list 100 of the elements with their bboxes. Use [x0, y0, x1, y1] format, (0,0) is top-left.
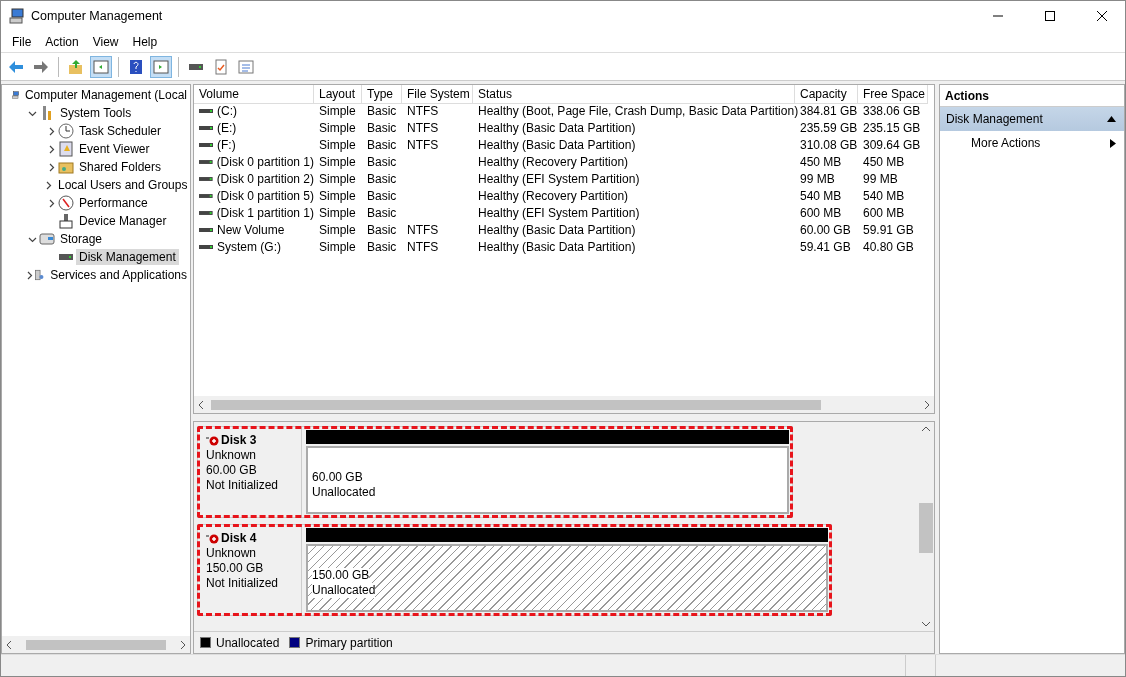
scroll-up-icon[interactable] — [921, 425, 930, 433]
tree-item[interactable]: Shared Folders — [76, 159, 165, 175]
table-cell: Healthy (Basic Data Partition) — [478, 120, 636, 135]
table-cell: NTFS — [407, 120, 439, 135]
table-cell: Simple — [319, 137, 356, 152]
column-header[interactable]: Status — [473, 85, 795, 104]
storage-icon — [39, 231, 55, 247]
scroll-right-icon[interactable] — [179, 640, 187, 649]
menu-item[interactable]: Action — [38, 34, 86, 49]
chevron-right-icon[interactable] — [25, 270, 35, 280]
disk-size: 150.00 GB — [206, 561, 265, 576]
scrollbar-thumb[interactable] — [26, 639, 166, 650]
collapse-caret-icon[interactable] — [1107, 116, 1116, 122]
table-cell: 600 MB — [863, 205, 905, 220]
actions-section[interactable]: Disk Management — [940, 107, 1124, 131]
column-header[interactable]: Free Space — [858, 85, 928, 104]
folder-up-icon — [68, 58, 84, 75]
help-icon — [128, 58, 144, 75]
table-cell: 235.59 GB — [800, 120, 858, 135]
menu-item[interactable]: View — [85, 34, 126, 49]
section-label: Disk Management — [946, 112, 1043, 126]
table-cell: 450 MB — [800, 154, 842, 169]
scroll-down-icon[interactable] — [921, 620, 930, 628]
partition-block[interactable]: 150.00 GB Unallocated — [306, 544, 828, 612]
tree-item[interactable]: Local Users and Groups — [55, 177, 190, 193]
table-cell: New Volume — [217, 222, 285, 237]
table-cell: Simple — [319, 222, 356, 237]
disk-row[interactable]: Disk 4 Unknown 150.00 GB Not Initialized 150.00 GB Unallocated — [197, 524, 832, 616]
table-cell: NTFS — [407, 103, 439, 118]
column-header[interactable]: Layout — [314, 85, 362, 104]
table-cell: 310.08 GB — [800, 137, 858, 152]
table-cell: 59.91 GB — [863, 222, 914, 237]
table-cell: 99 MB — [863, 171, 898, 186]
table-cell: Basic — [367, 120, 397, 135]
disk-row[interactable]: Disk 3 Unknown 60.00 GB Not Initialized 60.00 GB Unallocated — [197, 426, 793, 518]
table-cell: 540 MB — [863, 188, 905, 203]
column-header[interactable]: File System — [402, 85, 473, 104]
scrollbar-thumb[interactable] — [918, 503, 933, 553]
tree-item[interactable]: Services and Applications — [47, 267, 190, 283]
table-cell: (F:) — [217, 137, 236, 152]
close-icon — [1097, 11, 1107, 21]
table-cell: 40.80 GB — [863, 239, 914, 254]
scroll-left-icon[interactable] — [197, 400, 205, 409]
table-cell: (Disk 1 partition 1) — [216, 205, 314, 220]
table-cell: Simple — [319, 120, 356, 135]
tree-item[interactable]: Event Viewer — [76, 141, 153, 157]
table-cell: NTFS — [407, 222, 439, 237]
partition-size: 150.00 GB — [312, 568, 370, 583]
legend-label: Unallocated — [216, 635, 280, 650]
tree-item[interactable]: System Tools — [57, 105, 135, 121]
table-cell: 450 MB — [863, 154, 905, 169]
partition-block[interactable]: 60.00 GB Unallocated — [306, 446, 789, 514]
table-cell: (C:) — [217, 103, 237, 118]
table-cell: 600 MB — [800, 205, 842, 220]
table-cell: Healthy (Basic Data Partition) — [478, 137, 636, 152]
table-cell: Simple — [319, 239, 356, 254]
menu-item[interactable]: File — [5, 34, 39, 49]
drive-icon — [189, 63, 203, 70]
table-cell: Basic — [367, 154, 397, 169]
table-cell: NTFS — [407, 137, 439, 152]
table-cell: (Disk 0 partition 5) — [216, 188, 314, 203]
table-cell: Healthy (EFI System Partition) — [478, 205, 640, 220]
action-item[interactable]: More Actions — [940, 131, 1124, 155]
column-header[interactable]: Capacity — [795, 85, 858, 104]
table-cell: 540 MB — [800, 188, 842, 203]
table-cell: Healthy (Boot, Page File, Crash Dump, Basic Data Partition) — [478, 103, 799, 118]
forward-arrow-icon — [33, 58, 49, 75]
table-cell: 60.00 GB — [800, 222, 851, 237]
tree-item[interactable]: Disk Management — [76, 249, 179, 265]
tree-item[interactable]: Storage — [57, 231, 106, 247]
column-header[interactable]: Type — [362, 85, 402, 104]
disk-type: Unknown — [206, 546, 258, 561]
table-cell: Simple — [319, 103, 356, 118]
pane-icon — [153, 58, 169, 75]
table-cell: Healthy (Basic Data Partition) — [478, 239, 636, 254]
scroll-right-icon[interactable] — [923, 400, 931, 409]
maximize-icon — [1045, 11, 1055, 21]
tree-item[interactable]: Task Scheduler — [76, 123, 165, 139]
table-cell: Healthy (Basic Data Partition) — [478, 222, 636, 237]
chevron-right-icon[interactable] — [44, 180, 53, 190]
scroll-left-icon[interactable] — [5, 640, 13, 649]
menu-item[interactable]: Help — [125, 34, 165, 49]
table-cell: Basic — [367, 137, 397, 152]
tree-item[interactable]: Performance — [76, 195, 151, 211]
table-cell: Simple — [319, 205, 356, 220]
disk-status: Not Initialized — [206, 576, 280, 591]
disk-size: 60.00 GB — [206, 463, 258, 478]
tree-item[interactable]: Computer Management (Local — [21, 87, 190, 103]
table-cell: Basic — [367, 205, 397, 220]
error-icon — [206, 435, 220, 446]
disk-name: Disk 3 — [206, 433, 293, 448]
table-cell: 59.41 GB — [800, 239, 851, 254]
pane-icon — [93, 58, 109, 75]
table-cell: (Disk 0 partition 2) — [216, 171, 314, 186]
tree-item[interactable]: Device Manager — [76, 213, 170, 229]
scrollbar-thumb[interactable] — [211, 399, 821, 410]
disk-status: Not Initialized — [206, 478, 280, 493]
column-header[interactable]: Volume — [194, 85, 314, 104]
table-cell: Healthy (EFI System Partition) — [478, 171, 640, 186]
table-cell: Basic — [367, 188, 397, 203]
